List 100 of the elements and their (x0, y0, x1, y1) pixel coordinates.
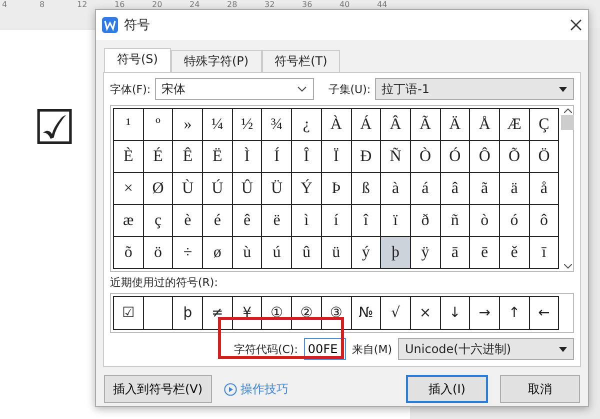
symbol-cell[interactable]: Ì (232, 141, 262, 173)
symbol-cell[interactable]: é (203, 205, 233, 237)
cancel-button[interactable]: 取消 (500, 375, 580, 403)
caret-icon (559, 346, 567, 352)
symbol-cell[interactable]: ã (470, 173, 500, 205)
font-dropdown[interactable]: 宋体 (154, 78, 314, 100)
symbol-cell[interactable]: ¿ (292, 109, 322, 141)
symbol-cell[interactable]: Ø (144, 173, 174, 205)
symbol-cell[interactable]: ö (144, 237, 174, 269)
recent-label: 近期使用过的符号(R): (110, 275, 219, 290)
symbol-cell[interactable]: Ç (530, 109, 560, 141)
symbol-cell[interactable]: ì (292, 205, 322, 237)
symbol-cell[interactable]: Ã (410, 109, 441, 141)
symbol-cell[interactable]: ò (470, 205, 500, 237)
symbol-cell[interactable]: ÷ (173, 237, 204, 269)
symbol-cell[interactable]: Ü (262, 173, 292, 205)
symbol-cell[interactable]: ó (500, 205, 530, 237)
symbol-cell[interactable]: ē (470, 237, 500, 269)
subset-dropdown[interactable]: 拉丁语-1 (374, 78, 574, 100)
subset-label: 子集(U): (328, 82, 371, 96)
scrollbar[interactable] (561, 108, 574, 269)
symbol-cell[interactable]: ¼ (203, 109, 233, 141)
symbol-cell[interactable]: ê (232, 205, 262, 237)
symbol-cell[interactable]: à (381, 173, 411, 205)
symbol-cell[interactable]: Ù (173, 173, 204, 205)
symbol-cell[interactable]: × (114, 173, 144, 205)
symbol-cell[interactable]: ß (352, 173, 382, 205)
symbol-cell[interactable]: õ (114, 237, 144, 269)
symbol-cell[interactable]: ø (203, 237, 233, 269)
tab[interactable]: 符号(S) (104, 48, 171, 72)
encoding-dropdown[interactable]: Unicode(十六进制) (398, 338, 574, 360)
symbol-cell[interactable]: Ò (410, 141, 441, 173)
symbol-cell[interactable]: ë (262, 205, 292, 237)
symbol-cell[interactable]: ī (530, 237, 560, 269)
tab[interactable]: 特殊字符(P) (170, 50, 262, 73)
tab[interactable]: 符号栏(T) (262, 50, 340, 73)
symbol-cell[interactable]: Ý (292, 173, 322, 205)
symbol-cell[interactable]: ¾ (262, 109, 292, 141)
caret-icon (559, 86, 568, 92)
symbol-cell[interactable]: ü (322, 237, 352, 269)
symbol-cell[interactable]: ÿ (410, 237, 441, 269)
symbol-cell[interactable]: ù (232, 237, 262, 269)
symbol-cell[interactable]: Û (232, 173, 262, 205)
symbol-cell[interactable]: À (322, 109, 352, 141)
symbol-cell[interactable]: Å (470, 109, 500, 141)
symbol-cell[interactable]: á (410, 173, 441, 205)
symbol-cell[interactable]: Ñ (381, 141, 411, 173)
symbol-cell[interactable]: û (292, 237, 322, 269)
chevron-icon (297, 86, 308, 92)
scroll-up-icon[interactable] (564, 108, 572, 113)
symbol-cell[interactable]: Ë (203, 141, 233, 173)
symbol-cell[interactable]: è (173, 205, 204, 237)
scroll-thumb[interactable] (561, 115, 574, 130)
window-title: 符号 (124, 17, 151, 34)
symbol-cell[interactable]: ú (262, 237, 292, 269)
symbol-cell[interactable]: Ð (352, 141, 382, 173)
symbol-cell[interactable]: í (322, 205, 352, 237)
symbol-cell[interactable]: ä (500, 173, 530, 205)
symbol-cell[interactable]: ñ (440, 205, 470, 237)
symbol-cell[interactable]: Ï (322, 141, 352, 173)
symbol-cell[interactable]: æ (114, 205, 144, 237)
symbol-cell[interactable]: ý (352, 237, 382, 269)
close-icon[interactable] (570, 19, 582, 31)
symbol-cell[interactable]: È (114, 141, 144, 173)
symbol-cell[interactable]: » (173, 109, 204, 141)
symbol-cell[interactable]: â (440, 173, 470, 205)
tips-link[interactable]: 操作技巧 (224, 380, 394, 398)
document-symbol: ☑ (33, 102, 76, 154)
symbol-cell[interactable]: Î (292, 141, 322, 173)
symbol-cell[interactable]: Í (262, 141, 292, 173)
add-to-bar-button[interactable]: 插入到符号栏(V) (104, 375, 212, 403)
symbol-cell[interactable]: å (530, 173, 560, 205)
symbol-cell[interactable]: º (144, 109, 174, 141)
symbol-cell[interactable]: Þ (322, 173, 352, 205)
symbol-cell[interactable]: ā (440, 237, 470, 269)
symbol-cell[interactable]: Ó (440, 141, 470, 173)
symbol-cell[interactable]: Ú (203, 173, 233, 205)
ruler-number: 44 (376, 0, 388, 9)
symbol-cell[interactable]: Æ (500, 109, 530, 141)
symbol-cell[interactable]: É (144, 141, 174, 173)
symbol-cell[interactable]: ï (381, 205, 411, 237)
symbol-cell[interactable]: þ (381, 237, 411, 269)
symbol-cell[interactable]: Ô (470, 141, 500, 173)
from-label: 来自(M) (352, 342, 392, 356)
symbol-cell[interactable]: ð (410, 205, 441, 237)
symbol-cell[interactable]: ¹ (114, 109, 144, 141)
symbol-cell[interactable]: ô (530, 205, 560, 237)
symbol-cell[interactable]: ě (500, 237, 530, 269)
symbol-cell[interactable]: î (352, 205, 382, 237)
scroll-down-icon[interactable] (564, 264, 572, 269)
symbol-cell[interactable]: Ö (530, 141, 560, 173)
symbol-cell[interactable]: Â (381, 109, 411, 141)
insert-button[interactable]: 插入(I) (406, 375, 488, 403)
symbol-cell[interactable]: Ä (440, 109, 470, 141)
symbol-cell[interactable]: Á (352, 109, 382, 141)
symbol-cell[interactable]: ½ (232, 109, 262, 141)
ruler-number: 28 (226, 0, 238, 9)
symbol-cell[interactable]: ç (144, 205, 174, 237)
symbol-cell[interactable]: Ê (173, 141, 204, 173)
symbol-cell[interactable]: Õ (500, 141, 530, 173)
